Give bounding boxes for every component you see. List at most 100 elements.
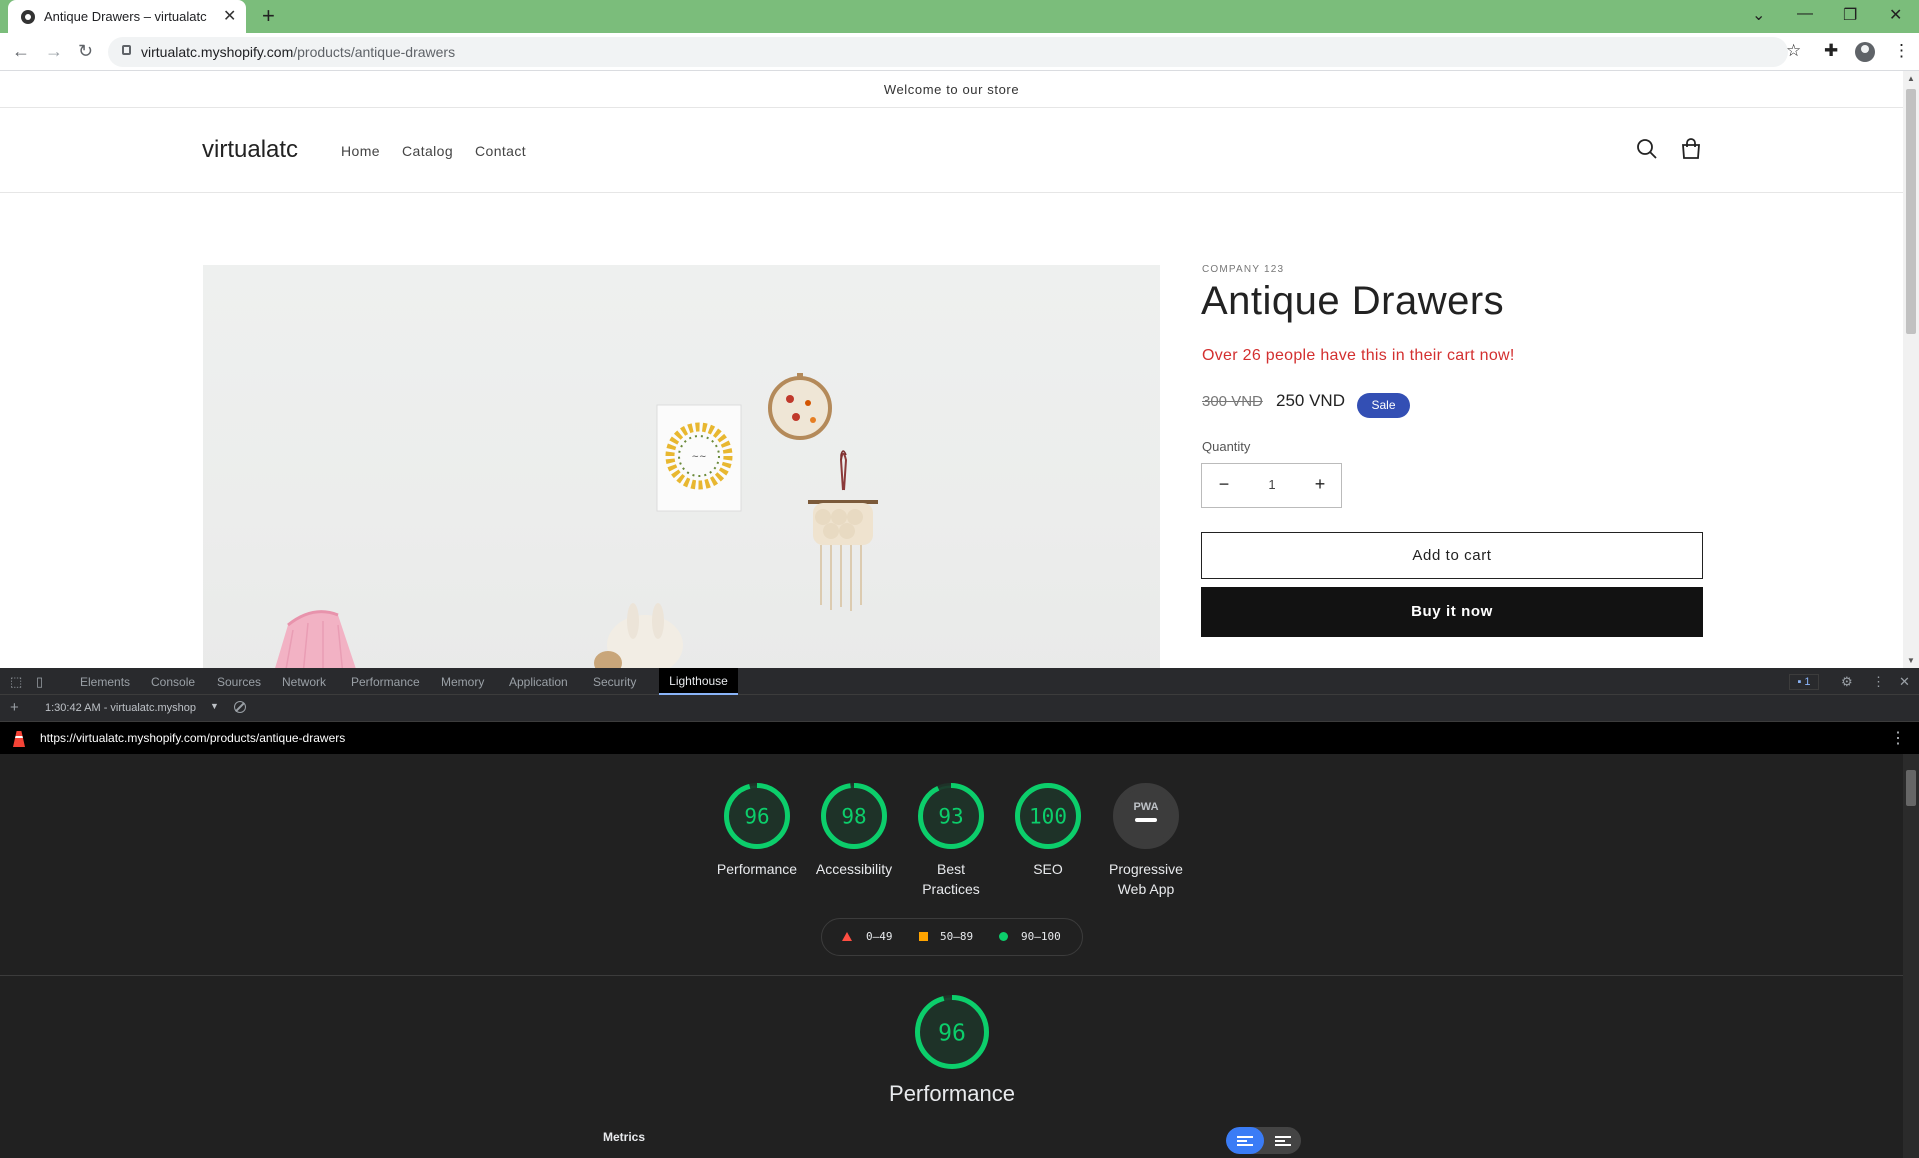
pwa-badge-text: PWA <box>1133 801 1158 813</box>
product-title: Antique Drawers <box>1201 279 1505 323</box>
settings-gear-icon[interactable]: ⚙ <box>1841 674 1853 690</box>
minimize-icon[interactable]: — <box>1797 5 1813 23</box>
average-square-icon <box>919 932 928 941</box>
address-url[interactable]: virtualatc.myshopify.com/products/antiqu… <box>141 44 455 60</box>
window-close-icon[interactable]: ✕ <box>1889 5 1902 25</box>
report-selector[interactable]: 1:30:42 AM - virtualatc.myshop <box>45 702 196 714</box>
add-to-cart-button[interactable]: Add to cart <box>1201 532 1703 579</box>
gauge-ring: 100 <box>1015 783 1081 849</box>
nav-catalog[interactable]: Catalog <box>402 143 453 159</box>
restore-icon[interactable]: ❐ <box>1843 5 1857 25</box>
section-divider <box>0 975 1903 976</box>
lighthouse-toolbar: + 1:30:42 AM - virtualatc.myshop ▼ <box>0 695 1919 722</box>
back-arrow-icon[interactable]: ← <box>12 41 30 62</box>
gauge-score: 96 <box>744 805 769 829</box>
bookmark-star-icon[interactable]: ☆ <box>1786 41 1801 61</box>
store-logo[interactable]: virtualatc <box>202 136 298 164</box>
lighthouse-scrollbar-thumb[interactable] <box>1906 770 1916 806</box>
tab-close-icon[interactable]: ✕ <box>223 6 236 26</box>
tab-security[interactable]: Security <box>593 675 636 689</box>
quantity-input[interactable]: 1 <box>1252 477 1292 492</box>
svg-text:~~: ~~ <box>691 452 706 462</box>
tab-application[interactable]: Application <box>509 675 568 689</box>
url-path: /products/antique-drawers <box>293 44 456 60</box>
address-bar[interactable]: virtualatc.myshopify.com/products/antiqu… <box>108 37 1801 67</box>
nav-contact[interactable]: Contact <box>475 143 526 159</box>
issues-badge[interactable]: ▪ 1 <box>1789 674 1819 690</box>
store-header: virtualatc Home Catalog Contact <box>0 108 1903 193</box>
scroll-down-arrow-icon[interactable]: ▼ <box>1907 656 1915 665</box>
tab-sources[interactable]: Sources <box>217 675 261 689</box>
gauge-label: Accessibility <box>815 861 893 877</box>
performance-section-gauge[interactable]: 96 <box>902 994 1002 1070</box>
gauge-ring: 96 <box>915 995 989 1069</box>
issues-count: 1 <box>1804 676 1811 688</box>
cart-icon[interactable] <box>1680 138 1702 160</box>
page-scrollbar-thumb[interactable] <box>1906 89 1916 334</box>
shopify-favicon-icon <box>21 10 35 24</box>
lighthouse-audited-url[interactable]: https://virtualatc.myshopify.com/product… <box>40 731 345 745</box>
nav-home[interactable]: Home <box>341 143 380 159</box>
clear-reports-icon[interactable] <box>234 701 246 713</box>
browser-tab[interactable]: Antique Drawers – virtualatc ✕ <box>8 0 246 33</box>
gauge-seo[interactable]: 100 SEO <box>998 782 1098 879</box>
legend-fail: 0–49 <box>866 930 893 943</box>
gauge-pwa[interactable]: PWA Progressive Web App <box>1096 782 1196 899</box>
devtools-menu-icon[interactable]: ⋮ <box>1872 674 1885 690</box>
fail-triangle-icon <box>842 932 852 941</box>
forward-arrow-icon[interactable]: → <box>45 41 63 62</box>
tab-search-chevron-icon[interactable]: ⌄ <box>1752 5 1765 25</box>
profile-avatar-icon[interactable] <box>1855 42 1875 62</box>
gauge-label: Best Practices <box>922 861 980 897</box>
cart-urgency-message: Over 26 people have this in their cart n… <box>1202 347 1515 364</box>
legend-pass: 90–100 <box>1021 930 1061 943</box>
inspect-element-icon[interactable]: ⬚ <box>10 674 22 690</box>
lighthouse-scrollbar[interactable] <box>1903 754 1919 1158</box>
device-toolbar-icon[interactable]: ▯ <box>36 674 43 690</box>
tab-lighthouse[interactable]: Lighthouse <box>659 668 738 695</box>
gauge-label: Performance <box>716 861 798 877</box>
quantity-increase-button[interactable]: + <box>1305 474 1335 495</box>
quantity-label: Quantity <box>1202 439 1251 454</box>
tab-console[interactable]: Console <box>151 675 195 689</box>
announcement-bar: Welcome to our store <box>0 71 1903 108</box>
new-report-plus-icon[interactable]: + <box>10 699 19 716</box>
tab-memory[interactable]: Memory <box>441 675 484 689</box>
new-tab-button[interactable]: + <box>262 3 275 29</box>
gauge-score: 98 <box>841 805 866 829</box>
browser-menu-icon[interactable]: ⋮ <box>1893 41 1910 61</box>
performance-section-title: Performance <box>889 1081 1015 1106</box>
product-photo-illustration: ~~ <box>275 373 878 668</box>
report-dropdown-icon[interactable]: ▼ <box>210 701 219 711</box>
browser-toolbar: ← → ↻ virtualatc.myshopify.com/products/… <box>0 33 1919 71</box>
tab-title: Antique Drawers – virtualatc <box>44 9 207 24</box>
browser-tab-strip: Antique Drawers – virtualatc ✕ + ⌄ — ❐ ✕ <box>0 0 1919 33</box>
devtools-close-icon[interactable]: ✕ <box>1899 674 1910 690</box>
lighthouse-menu-icon[interactable]: ⋮ <box>1890 728 1906 748</box>
extensions-puzzle-icon[interactable]: ✚ <box>1824 41 1838 61</box>
buy-it-now-button[interactable]: Buy it now <box>1201 587 1703 637</box>
tab-network[interactable]: Network <box>282 675 326 689</box>
lighthouse-logo-icon <box>13 731 25 747</box>
sale-badge: Sale <box>1357 393 1410 418</box>
metrics-view-toggle[interactable] <box>1226 1127 1301 1154</box>
gauge-performance[interactable]: 96 Performance <box>707 782 807 879</box>
pwa-dash-icon <box>1135 818 1157 822</box>
reload-icon[interactable]: ↻ <box>78 41 93 62</box>
tab-elements[interactable]: Elements <box>80 675 130 689</box>
gauge-score: 100 <box>1029 805 1067 829</box>
gauge-ring: 93 <box>918 783 984 849</box>
tab-performance[interactable]: Performance <box>351 675 420 689</box>
scroll-up-arrow-icon[interactable]: ▲ <box>1907 74 1915 83</box>
quantity-decrease-button[interactable]: − <box>1209 474 1239 495</box>
expanded-view-icon <box>1275 1136 1291 1146</box>
gauge-label: SEO <box>1033 861 1063 877</box>
url-host: virtualatc.myshopify.com <box>141 44 294 60</box>
gauge-accessibility[interactable]: 98 Accessibility <box>804 782 904 879</box>
product-image[interactable]: ~~ <box>203 265 1160 668</box>
page-scrollbar[interactable]: ▲ ▼ <box>1903 71 1919 668</box>
search-icon[interactable] <box>1636 138 1658 160</box>
gauge-best-practices[interactable]: 93 Best Practices <box>901 782 1001 899</box>
score-legend: 0–49 50–89 90–100 <box>821 918 1083 956</box>
lock-icon[interactable] <box>122 45 131 55</box>
